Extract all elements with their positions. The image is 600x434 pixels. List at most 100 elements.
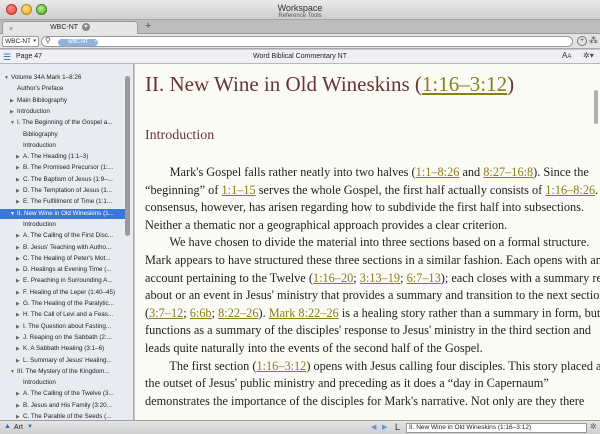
disclosure-collapsed-icon[interactable]: ▶ <box>16 265 23 275</box>
disclosure-collapsed-icon[interactable]: ▶ <box>16 333 23 343</box>
toc-item[interactable]: ▶ Introduction <box>0 107 124 117</box>
gear-icon[interactable]: ✲ <box>590 422 597 431</box>
disclosure-collapsed-icon[interactable]: ▶ <box>16 175 23 185</box>
add-tab-button[interactable]: + <box>145 20 151 33</box>
toc-item[interactable]: ▶ Main Bibliography <box>0 96 124 106</box>
toc-item[interactable]: ▶ B. Jesus' Teaching with Autho... <box>0 243 124 253</box>
chevron-down-icon[interactable]: ▾ <box>81 23 90 32</box>
back-icon[interactable]: ◀ <box>371 423 376 431</box>
disclosure-expanded-icon[interactable]: ▼ <box>4 73 11 83</box>
disclosure-collapsed-icon[interactable]: ▶ <box>16 356 23 366</box>
disclosure-collapsed-icon[interactable]: ▶ <box>16 186 23 196</box>
scripture-link[interactable]: 8:22–26 <box>218 306 258 320</box>
toc-item[interactable]: ▶ C. The Healing of Peter's Mot... <box>0 254 124 264</box>
scripture-link[interactable]: 1:1–15 <box>222 183 256 197</box>
art-up-icon[interactable]: ▲ <box>4 423 11 430</box>
toc-item-label: I. The Question about Fasting... <box>23 322 112 330</box>
disclosure-expanded-icon[interactable]: ▼ <box>10 209 17 219</box>
disclosure-collapsed-icon[interactable]: ▶ <box>16 243 23 253</box>
scripture-link[interactable]: 3:7–12 <box>149 306 183 320</box>
scripture-link[interactable]: 1:16–20 <box>313 271 353 285</box>
disclosure-collapsed-icon[interactable]: ▶ <box>10 96 17 106</box>
disclosure-collapsed-icon[interactable]: ▶ <box>16 231 23 241</box>
toc-item[interactable]: ▶ D. Healings at Evening Time (... <box>0 265 124 275</box>
toc-item[interactable]: ▶ E. The Fulfillment of Time (1:1... <box>0 197 124 207</box>
reading-scrollbar[interactable] <box>594 90 598 124</box>
toc-item[interactable]: ▼ II. New Wine in Old Wineskins (1... <box>0 208 126 219</box>
toc-item[interactable]: ▶ L. Summary of Jesus' Healing... <box>0 356 124 366</box>
text-line: The first section (1:16–3:12) opens with… <box>145 358 600 374</box>
toc-scrollbar[interactable] <box>125 76 130 236</box>
disclosure-collapsed-icon[interactable]: ▶ <box>16 299 23 309</box>
add-icon[interactable]: + <box>577 36 587 46</box>
scripture-link[interactable]: 1:1–8:26 <box>416 165 460 179</box>
disclosure-collapsed-icon[interactable]: ▶ <box>10 107 17 117</box>
toc-item[interactable]: ▶ K. A Sabbath Healing (3:1–6) <box>0 344 124 354</box>
tab-wbc-nt[interactable]: × WBC-NT ▾ <box>2 21 138 34</box>
art-down-icon[interactable]: ▼ <box>27 424 33 430</box>
toc-item[interactable]: ▼ Volume 34A Mark 1–8:26 <box>0 73 124 83</box>
toc-item[interactable]: ▶ B. Jesus and His Family (3:20... <box>0 401 124 411</box>
toc-item[interactable]: ▶ G. The Healing of the Paralytic... <box>0 299 124 309</box>
toc-item[interactable]: ▶ A. The Heading (1:1–3) <box>0 152 124 162</box>
toc-item-label: G. The Healing of the Paralytic... <box>23 300 114 307</box>
disclosure-expanded-icon[interactable]: ▼ <box>10 367 17 377</box>
toc-item[interactable]: ▶ B. The Promised Precursor (1:... <box>0 163 124 173</box>
search-token[interactable]: WBC-NT × <box>58 38 98 46</box>
disclosure-collapsed-icon[interactable]: ▶ <box>16 401 23 411</box>
art-label[interactable]: Art <box>14 424 23 431</box>
scripture-link[interactable]: Mark 8:22–26 <box>269 306 339 320</box>
scripture-link[interactable]: 1:16–8:26 <box>545 183 595 197</box>
disclosure-collapsed-icon[interactable]: ▶ <box>16 152 23 162</box>
disclosure-collapsed-icon[interactable]: ▶ <box>16 310 23 320</box>
status-bar: ▲ Art ▼ ◀ ▶ L II. New Wine in Old Winesk… <box>0 420 600 434</box>
scripture-link[interactable]: 3:13–19 <box>360 271 400 285</box>
disclosure-collapsed-icon[interactable]: ▶ <box>16 288 23 298</box>
disclosure-collapsed-icon[interactable]: ▶ <box>16 389 23 399</box>
scripture-link[interactable]: 1:16–3:12 <box>422 72 507 96</box>
toc-item[interactable]: ▶ C. The Baptism of Jesus (1:9–... <box>0 175 124 185</box>
text-run: “beginning” of <box>145 182 222 197</box>
toc-item[interactable]: Bibliography <box>0 130 124 140</box>
scripture-link[interactable]: 8:27–16:8 <box>483 165 533 179</box>
toc-item[interactable]: Introduction <box>0 141 124 151</box>
toc-item[interactable]: ▶ A. The Calling of the First Disc... <box>0 231 124 241</box>
resource-select[interactable]: WBC-NT ▾ <box>2 36 39 47</box>
disclosure-collapsed-icon[interactable]: ▶ <box>16 344 23 354</box>
reading-pane: II. New Wine in Old Wineskins (1:16–3:12… <box>135 64 600 420</box>
disclosure-collapsed-icon[interactable]: ▶ <box>16 412 23 420</box>
toc-item[interactable]: ▶ E. Preaching in Surrounding A... <box>0 276 124 286</box>
toc-item[interactable]: ▶ C. The Parable of the Seeds (... <box>0 412 124 420</box>
toc-item[interactable]: ▶ F. Healing of the Leper (1:40–45) <box>0 288 124 298</box>
forward-icon[interactable]: ▶ <box>382 423 387 431</box>
disclosure-expanded-icon[interactable]: ▼ <box>10 118 17 128</box>
location-field[interactable]: II. New Wine in Old Wineskins (1:16–3:12… <box>406 423 587 433</box>
token-close-icon[interactable]: × <box>94 39 97 46</box>
gear-icon[interactable]: ✲▾ <box>583 51 594 60</box>
toc-item-label: Main Bibliography <box>17 96 68 104</box>
toc-item[interactable]: ▶ I. The Question about Fasting... <box>0 322 124 332</box>
toc-item[interactable]: Introduction <box>0 378 124 388</box>
toc-item[interactable]: ▶ A. The Calling of the Twelve (3... <box>0 389 124 399</box>
toc-item[interactable]: ▼ III. The Mystery of the Kingdom... <box>0 367 124 377</box>
disclosure-collapsed-icon[interactable]: ▶ <box>16 322 23 332</box>
disclosure-collapsed-icon[interactable]: ▶ <box>16 163 23 173</box>
section-heading: Introduction <box>145 128 215 143</box>
disclosure-collapsed-icon[interactable]: ▶ <box>16 197 23 207</box>
toc-item[interactable]: ▶ D. The Temptation of Jesus (1... <box>0 186 124 196</box>
scripture-link[interactable]: 6:6b <box>190 306 212 320</box>
scripture-link[interactable]: 1:16–3:12 <box>256 359 306 373</box>
toc-item[interactable]: Introduction <box>0 220 124 230</box>
parallel-resources-icon[interactable]: ⁂ <box>589 35 598 46</box>
resource-title: Word Biblical Commentary NT <box>252 53 347 60</box>
toc-item[interactable]: ▶ H. The Call of Levi and a Feas... <box>0 310 124 320</box>
toc-item[interactable]: ▶ J. Reaping on the Sabbath (2:... <box>0 333 124 343</box>
search-input[interactable]: ⚲ WBC-NT × <box>41 36 573 47</box>
disclosure-collapsed-icon[interactable]: ▶ <box>16 276 23 286</box>
toolbar: WBC-NT ▾ ⚲ WBC-NT × + ⁂ <box>0 34 600 49</box>
toc-item[interactable]: ▼ I. The Beginning of the Gospel a... <box>0 118 124 128</box>
scripture-link[interactable]: 6:7–13 <box>407 271 441 285</box>
font-size-icon[interactable]: AA <box>562 51 571 60</box>
disclosure-collapsed-icon[interactable]: ▶ <box>16 254 23 264</box>
toc-item[interactable]: Author's Preface <box>0 84 124 94</box>
